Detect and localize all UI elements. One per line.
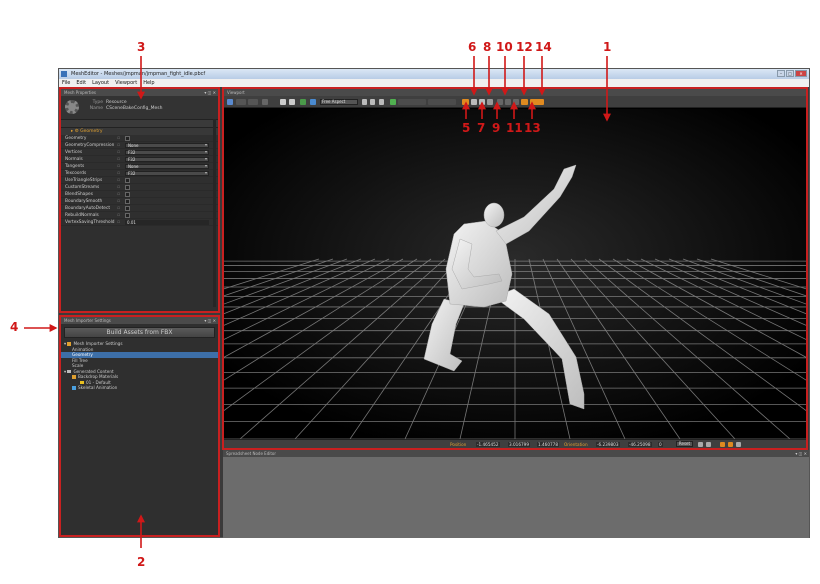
callout-12: 12 <box>516 40 533 54</box>
callout-7: 7 <box>477 121 486 135</box>
callout-8: 8 <box>483 40 492 54</box>
callout-4: 4 <box>10 320 19 334</box>
callout-arrows <box>24 56 611 548</box>
callout-2: 2 <box>137 555 146 569</box>
callout-3: 3 <box>137 40 146 54</box>
callout-14: 14 <box>535 40 552 54</box>
callout-13: 13 <box>524 121 541 135</box>
callout-9: 9 <box>492 121 501 135</box>
callout-6: 6 <box>468 40 477 54</box>
callout-5: 5 <box>462 121 471 135</box>
callout-11: 11 <box>506 121 523 135</box>
callout-1: 1 <box>603 40 612 54</box>
screenshot-root: MeshEditor - Meshes/jmpman/jmpman_fight_… <box>0 0 820 584</box>
callout-10: 10 <box>496 40 513 54</box>
